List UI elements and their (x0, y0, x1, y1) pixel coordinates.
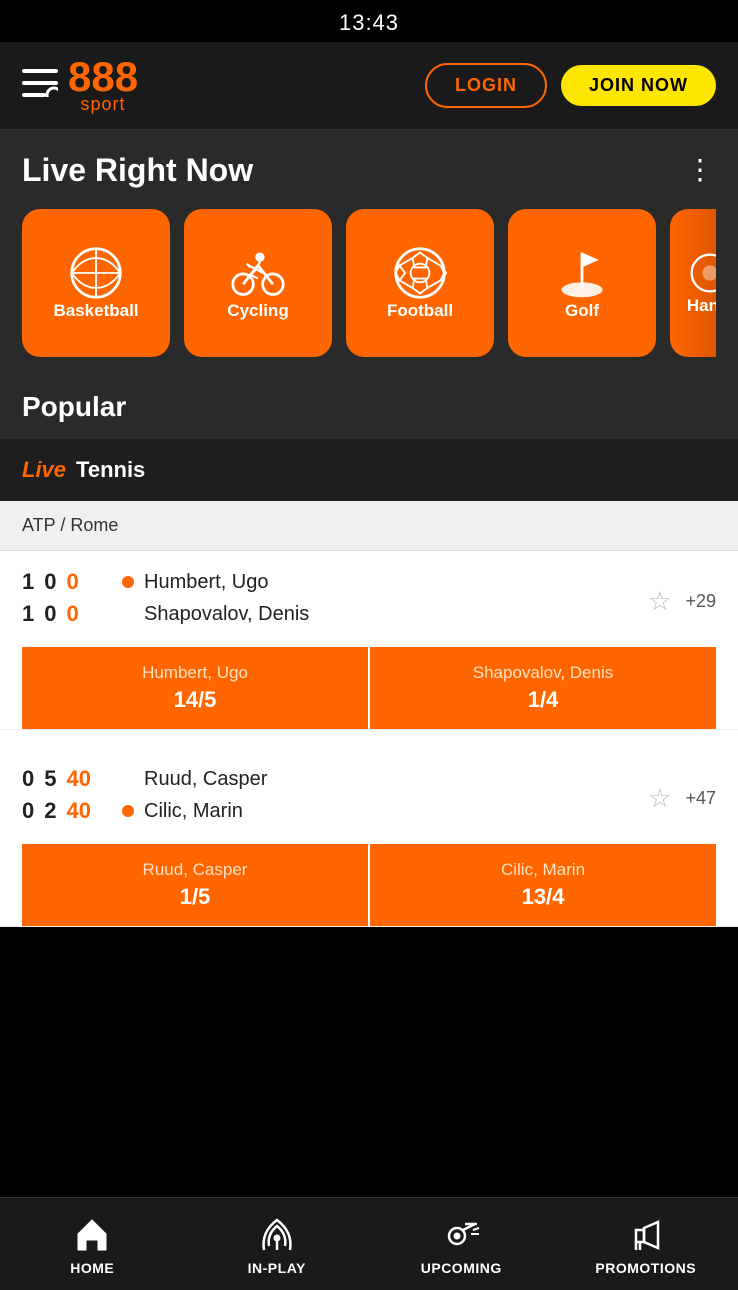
live-right-now-section: Live Right Now ⋮ Basketball (0, 130, 738, 375)
logo-888: 888 (68, 56, 138, 98)
sport-label-golf: Golf (565, 301, 599, 321)
bet-btn-1-player1[interactable]: Humbert, Ugo 14/5 (22, 647, 368, 729)
more-count-1[interactable]: +29 (685, 591, 716, 612)
player-2-name: Shapovalov, Denis (144, 603, 309, 626)
more-count-2[interactable]: +47 (685, 788, 716, 809)
league-header-1: ATP / Rome (0, 501, 738, 551)
live-right-now-title: Live Right Now (22, 152, 253, 189)
score-3: 0 5 40 (22, 766, 112, 792)
logo-sport: sport (81, 94, 126, 115)
player-row-1: 1 0 0 Humbert, Ugo (22, 569, 648, 595)
bet-btn-1-player2[interactable]: Shapovalov, Denis 1/4 (370, 647, 716, 729)
score-1: 1 0 0 (22, 569, 112, 595)
match-actions-2: ☆ +47 (648, 783, 716, 814)
match-score-row-1: 1 0 0 Humbert, Ugo 1 0 0 Shapovalov, D (22, 569, 716, 633)
match-score-row-2: 0 5 40 Ruud, Casper 0 2 40 Cilic, Mari (22, 766, 716, 830)
bet-buttons-1: Humbert, Ugo 14/5 Shapovalov, Denis 1/4 (22, 647, 716, 729)
player-row-4: 0 2 40 Cilic, Marin (22, 798, 648, 824)
header: 888 sport LOGIN JOIN NOW (0, 42, 738, 130)
score-names-1: 1 0 0 Humbert, Ugo 1 0 0 Shapovalov, D (22, 569, 648, 633)
nav-upcoming-label: UPCOMING (421, 1260, 502, 1276)
tennis-title: Tennis (76, 457, 145, 483)
score-4: 0 2 40 (22, 798, 112, 824)
sport-card-handball[interactable]: Han... (670, 209, 716, 357)
player-row-2: 1 0 0 Shapovalov, Denis (22, 601, 648, 627)
player-1-name: Humbert, Ugo (144, 571, 269, 594)
sport-label-handball: Han... (687, 296, 716, 316)
nav-promotions[interactable]: PROMOTIONS (554, 1198, 738, 1290)
favourite-icon-2[interactable]: ☆ (648, 783, 671, 814)
live-dot-2 (122, 805, 134, 817)
sports-row: Basketball Cycling (22, 209, 716, 357)
live-header: Live Right Now ⋮ (22, 152, 716, 189)
bet-btn-2-player1[interactable]: Ruud, Casper 1/5 (22, 844, 368, 926)
login-button[interactable]: LOGIN (425, 63, 547, 108)
popular-section: Popular (0, 375, 738, 439)
live-dot-1 (122, 576, 134, 588)
live-tennis-header: Live Tennis (0, 439, 738, 501)
status-bar: 13:43 (0, 0, 738, 42)
nav-inplay-label: IN-PLAY (248, 1260, 306, 1276)
nav-promotions-label: PROMOTIONS (595, 1260, 696, 1276)
nav-home-label: HOME (70, 1260, 114, 1276)
header-left: 888 sport (22, 56, 138, 115)
player-3-name: Ruud, Casper (144, 768, 267, 791)
player-4-name: Cilic, Marin (144, 800, 243, 823)
sport-label-football: Football (387, 301, 453, 321)
sport-card-football[interactable]: Football (346, 209, 494, 357)
logo: 888 sport (68, 56, 138, 115)
sport-card-golf[interactable]: Golf (508, 209, 656, 357)
sport-card-basketball[interactable]: Basketball (22, 209, 170, 357)
bottom-nav: HOME IN-PLAY UPCOMING (0, 1197, 738, 1290)
popular-title: Popular (22, 391, 126, 422)
bet-btn-2-player2[interactable]: Cilic, Marin 13/4 (370, 844, 716, 926)
more-options-icon[interactable]: ⋮ (686, 162, 716, 179)
player-row-3: 0 5 40 Ruud, Casper (22, 766, 648, 792)
match-actions-1: ☆ +29 (648, 586, 716, 617)
nav-home[interactable]: HOME (0, 1198, 185, 1290)
match-block-2: 0 5 40 Ruud, Casper 0 2 40 Cilic, Mari (0, 748, 738, 927)
header-right: LOGIN JOIN NOW (425, 63, 716, 108)
score-names-2: 0 5 40 Ruud, Casper 0 2 40 Cilic, Mari (22, 766, 648, 830)
matches-container: ATP / Rome 1 0 0 Humbert, Ugo 1 (0, 501, 738, 927)
sport-label-cycling: Cycling (227, 301, 288, 321)
sport-label-basketball: Basketball (53, 301, 138, 321)
nav-upcoming[interactable]: UPCOMING (369, 1198, 554, 1290)
nav-inplay[interactable]: IN-PLAY (185, 1198, 370, 1290)
match-block-1: 1 0 0 Humbert, Ugo 1 0 0 Shapovalov, D (0, 551, 738, 730)
bet-buttons-2: Ruud, Casper 1/5 Cilic, Marin 13/4 (22, 844, 716, 926)
time-display: 13:43 (339, 10, 399, 35)
score-2: 1 0 0 (22, 601, 112, 627)
join-button[interactable]: JOIN NOW (561, 65, 716, 106)
live-badge: Live (22, 457, 66, 483)
menu-icon[interactable] (22, 69, 58, 102)
sport-card-cycling[interactable]: Cycling (184, 209, 332, 357)
favourite-icon-1[interactable]: ☆ (648, 586, 671, 617)
